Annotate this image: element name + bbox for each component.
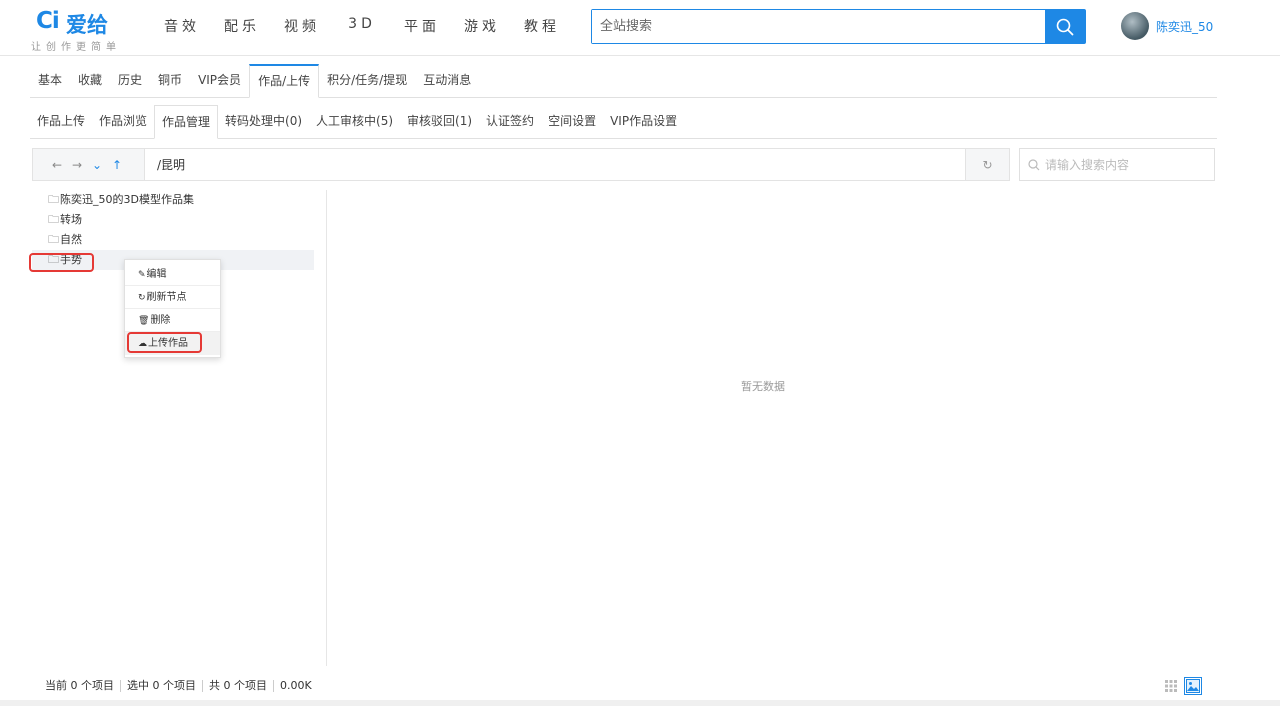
menu-item-label: 刷新节点 bbox=[146, 292, 187, 303]
path-input[interactable]: /昆明 bbox=[145, 149, 965, 180]
global-search-input[interactable] bbox=[592, 10, 1045, 43]
status-selected: 选中 0 个项目 bbox=[121, 680, 203, 692]
up-arrow-icon[interactable]: ↑ bbox=[111, 158, 123, 172]
nav-video[interactable]: 视频 bbox=[272, 16, 332, 36]
tree-node-label: 转场 bbox=[60, 213, 82, 226]
trash-icon: 🗑 bbox=[138, 316, 150, 326]
folder-icon: 🗀 bbox=[48, 193, 59, 206]
menu-item-refresh-node[interactable]: ↻刷新节点 bbox=[125, 286, 220, 309]
global-search bbox=[591, 9, 1086, 44]
menu-item-edit[interactable]: ✎编辑 bbox=[125, 263, 220, 286]
tab-certification[interactable]: 认证签约 bbox=[479, 105, 541, 139]
menu-item-label: 编辑 bbox=[146, 269, 167, 280]
chevron-down-icon[interactable]: ⌄ bbox=[91, 158, 103, 172]
grid-view-icon[interactable] bbox=[1162, 677, 1180, 695]
tree-node-label: 自然 bbox=[60, 233, 82, 246]
edit-icon: ✎ bbox=[138, 270, 146, 280]
tab-manual-review[interactable]: 人工审核中(5) bbox=[309, 105, 400, 139]
nav-music[interactable]: 配乐 bbox=[212, 16, 272, 36]
thumbnail-view-icon[interactable] bbox=[1184, 677, 1202, 695]
top-header: Ci 爱给 让创作更简单 音效 配乐 视频 3D 平面 游戏 教程 陈奕迅_50 bbox=[0, 0, 1280, 56]
refresh-icon[interactable]: ↻ bbox=[965, 149, 1009, 180]
pane-divider[interactable] bbox=[326, 190, 327, 666]
user-menu[interactable]: 陈奕迅_50 bbox=[1121, 12, 1213, 40]
nav-sound-effects[interactable]: 音效 bbox=[152, 16, 212, 36]
tree-node-collection[interactable]: 🗀陈奕迅_50的3D模型作品集 bbox=[32, 190, 314, 210]
tab-space-settings[interactable]: 空间设置 bbox=[541, 105, 603, 139]
status-bar: 当前 0 个项目 选中 0 个项目 共 0 个项目 0.00K bbox=[32, 674, 1217, 698]
main-nav: 音效 配乐 视频 3D 平面 游戏 教程 bbox=[152, 16, 572, 36]
status-total: 共 0 个项目 bbox=[203, 680, 274, 692]
tab-transcoding[interactable]: 转码处理中(0) bbox=[218, 105, 309, 139]
tab-upload-works[interactable]: 作品上传 bbox=[30, 105, 92, 139]
nav-3d[interactable]: 3D bbox=[332, 16, 392, 36]
tab-works-upload[interactable]: 作品/上传 bbox=[249, 64, 320, 98]
tab-browse-works[interactable]: 作品浏览 bbox=[92, 105, 154, 139]
view-toggle bbox=[1162, 677, 1202, 695]
tree-node-nature[interactable]: 🗀自然 bbox=[32, 230, 314, 250]
forward-arrow-icon[interactable]: → bbox=[71, 158, 83, 172]
logo-mark: Ci bbox=[36, 8, 60, 34]
tab-favorites[interactable]: 收藏 bbox=[70, 64, 110, 98]
bottom-border bbox=[0, 700, 1280, 706]
user-name[interactable]: 陈奕迅_50 bbox=[1156, 18, 1213, 35]
primary-tabs: 基本 收藏 历史 铜币 VIP会员 作品/上传 积分/任务/提现 互动消息 bbox=[30, 64, 1217, 98]
logo-text: 爱给 bbox=[66, 13, 108, 37]
menu-item-label: 删除 bbox=[150, 315, 171, 326]
tab-manage-works[interactable]: 作品管理 bbox=[154, 105, 219, 139]
tab-points[interactable]: 积分/任务/提现 bbox=[319, 64, 415, 98]
refresh-icon: ↻ bbox=[138, 293, 146, 303]
tab-history[interactable]: 历史 bbox=[110, 64, 150, 98]
highlight-box-upload bbox=[127, 332, 202, 353]
empty-state: 暂无数据 bbox=[741, 380, 785, 393]
avatar[interactable] bbox=[1121, 12, 1149, 40]
folder-icon: 🗀 bbox=[48, 213, 59, 226]
tab-basic[interactable]: 基本 bbox=[30, 64, 70, 98]
nav-game[interactable]: 游戏 bbox=[452, 16, 512, 36]
file-search bbox=[1019, 148, 1215, 181]
status-current: 当前 0 个项目 bbox=[32, 680, 121, 692]
secondary-tabs: 作品上传 作品浏览 作品管理 转码处理中(0) 人工审核中(5) 审核驳回(1)… bbox=[30, 105, 1217, 139]
search-button[interactable] bbox=[1045, 10, 1085, 43]
nav-graphic[interactable]: 平面 bbox=[392, 16, 452, 36]
tree-node-transition[interactable]: 🗀转场 bbox=[32, 210, 314, 230]
search-icon bbox=[1056, 18, 1074, 35]
tab-coins[interactable]: 铜币 bbox=[150, 64, 190, 98]
file-search-input[interactable] bbox=[1045, 157, 1205, 172]
tab-messages[interactable]: 互动消息 bbox=[415, 64, 479, 98]
folder-icon: 🗀 bbox=[48, 233, 59, 246]
highlight-box-folder bbox=[29, 253, 94, 272]
nav-tutorial[interactable]: 教程 bbox=[512, 16, 572, 36]
tree-node-label: 陈奕迅_50的3D模型作品集 bbox=[60, 193, 194, 206]
tab-rejected[interactable]: 审核驳回(1) bbox=[400, 105, 479, 139]
site-logo[interactable]: Ci 爱给 让创作更简单 bbox=[30, 6, 130, 53]
tab-vip[interactable]: VIP会员 bbox=[190, 64, 249, 98]
back-arrow-icon[interactable]: ← bbox=[51, 158, 63, 172]
search-icon bbox=[1028, 158, 1040, 170]
menu-item-delete[interactable]: 🗑删除 bbox=[125, 309, 220, 332]
path-bar: ← → ⌄ ↑ /昆明 ↻ bbox=[32, 148, 1010, 181]
logo-slogan: 让创作更简单 bbox=[31, 42, 121, 53]
status-size: 0.00K bbox=[280, 679, 312, 692]
tab-vip-works-settings[interactable]: VIP作品设置 bbox=[603, 105, 684, 139]
nav-buttons: ← → ⌄ ↑ bbox=[33, 149, 145, 180]
